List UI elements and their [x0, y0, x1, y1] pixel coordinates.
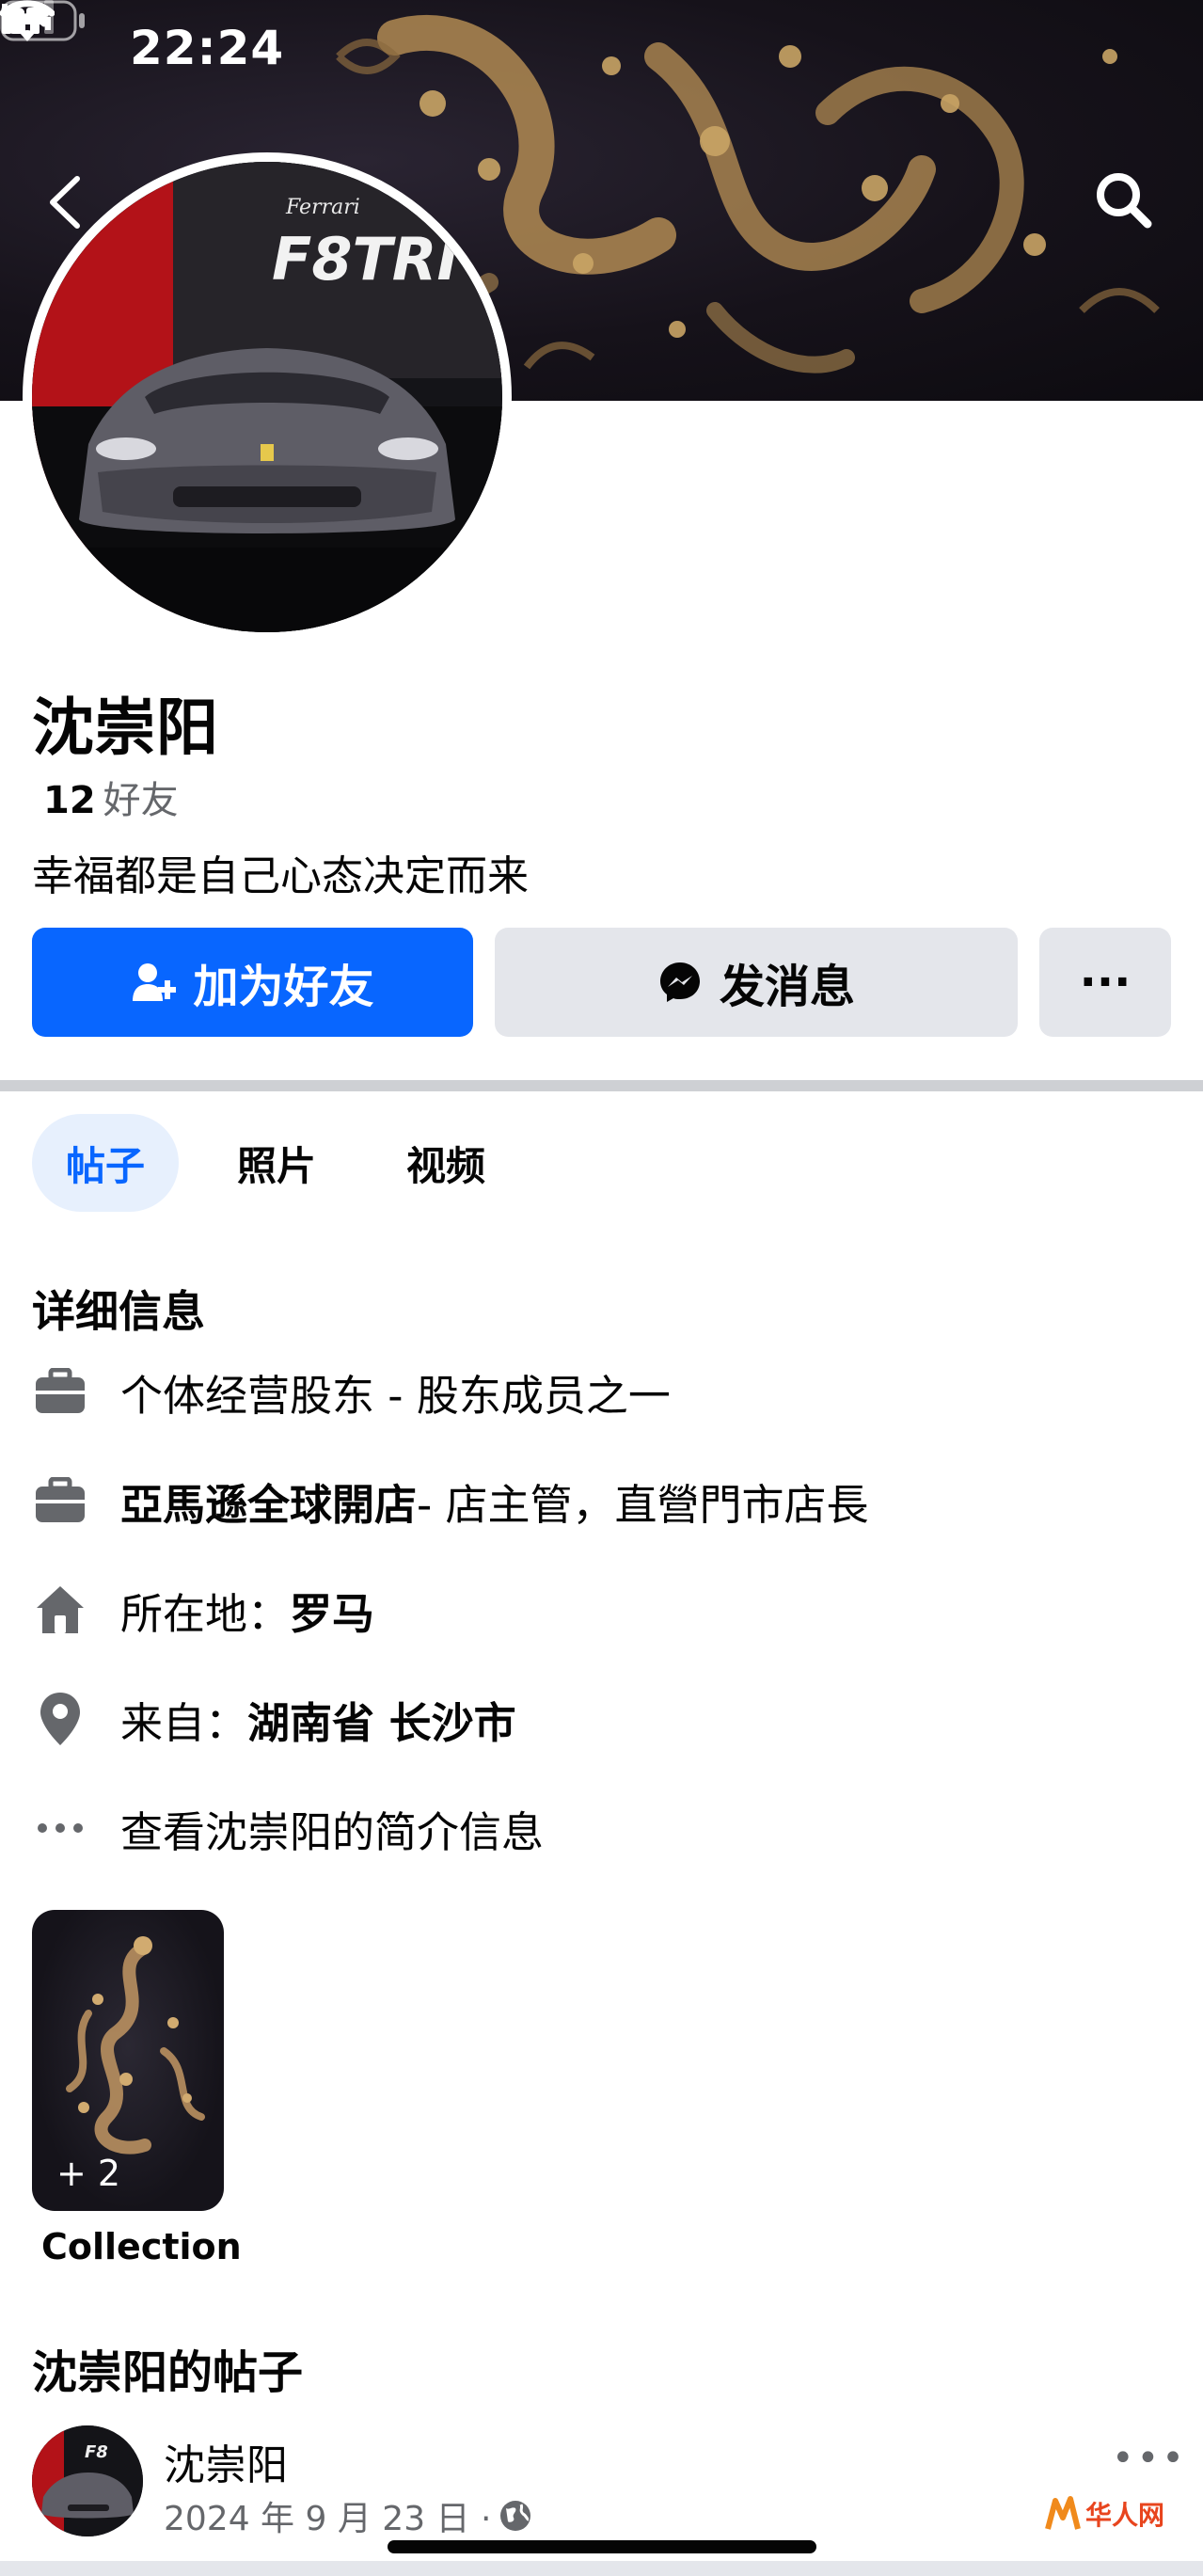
- detail-work-amazon: 亞馬遜全球開店 - 店主管，直營門市店長: [32, 1468, 869, 1534]
- see-about-info-label: 查看沈崇阳的简介信息: [120, 1806, 545, 1857]
- public-globe-icon: [500, 2501, 531, 2531]
- more-options-button[interactable]: ···: [1039, 928, 1171, 1037]
- post-meta: 2024 年 9 月 23 日 ·: [164, 2491, 532, 2540]
- ferrari-car-thumbnail: F8: [32, 2425, 143, 2536]
- home-indicator[interactable]: [388, 2540, 816, 2553]
- messenger-icon: [659, 962, 700, 1002]
- post-author-name[interactable]: 沈崇阳: [164, 2431, 288, 2491]
- svg-text:Ferrari: Ferrari: [285, 196, 360, 219]
- briefcase-icon: [36, 1368, 85, 1413]
- ellipsis-icon: [38, 1823, 83, 1833]
- collection-label[interactable]: Collection: [41, 2226, 242, 2267]
- details-heading: 详细信息: [32, 1286, 205, 1337]
- location-pin-icon: [40, 1693, 80, 1745]
- post-options-button[interactable]: •••: [1112, 2437, 1187, 2480]
- svg-text:F8TRI: F8TRI: [272, 225, 459, 294]
- status-time: 22:24: [130, 21, 285, 75]
- more-icon: ···: [1079, 956, 1132, 1009]
- detail-current-city-label: 所在地：: [120, 1588, 291, 1639]
- see-about-info-link[interactable]: 查看沈崇阳的简介信息: [32, 1795, 544, 1861]
- tab-photos[interactable]: 照片: [211, 1114, 342, 1212]
- bottom-edge: [0, 2561, 1203, 2576]
- post-date[interactable]: 2024 年 9 月 23 日 ·: [164, 2491, 491, 2540]
- post-author-avatar[interactable]: F8: [32, 2425, 143, 2536]
- back-button[interactable]: [38, 169, 94, 235]
- detail-position: - 店主管，直營門市店長: [417, 1479, 869, 1530]
- friends-count: 12: [43, 779, 96, 822]
- detail-hometown: 来自： 湖南省 长沙市: [32, 1686, 516, 1752]
- watermark-text: 华人网: [1085, 2500, 1165, 2531]
- chevron-left-icon: [50, 176, 80, 229]
- svg-text:F8: F8: [85, 2442, 108, 2462]
- watermark-logo-icon: [1045, 2496, 1081, 2530]
- tab-videos[interactable]: 视频: [380, 1114, 512, 1212]
- search-button[interactable]: [1091, 167, 1157, 233]
- collection-count: + 2: [56, 2153, 121, 2194]
- home-icon: [37, 1586, 84, 1633]
- briefcase-icon: [36, 1477, 85, 1522]
- tab-posts[interactable]: 帖子: [32, 1114, 179, 1212]
- add-friend-button[interactable]: 加为好友: [32, 928, 473, 1037]
- profile-name: 沈崇阳: [32, 692, 218, 764]
- section-divider: [0, 1080, 1203, 1091]
- ferrari-car-photo: Ferrari F8TRI: [32, 162, 502, 632]
- posts-heading: 沈崇阳的帖子: [32, 2346, 304, 2399]
- battery-icon: [0, 0, 85, 41]
- detail-hometown-label: 来自：: [120, 1697, 248, 1748]
- site-watermark: 华人网: [1044, 2495, 1164, 2533]
- friends-label: 好友: [103, 779, 179, 822]
- detail-hometown-value[interactable]: 湖南省 长沙市: [247, 1689, 516, 1750]
- add-friend-icon: [133, 963, 177, 1001]
- message-label: 发消息: [719, 961, 855, 1013]
- add-friend-label: 加为好友: [193, 961, 374, 1013]
- detail-current-city: 所在地： 罗马: [32, 1577, 374, 1643]
- profile-bio: 幸福都是自己心态决定而来: [32, 852, 529, 900]
- detail-work-shareholder: 个体经营股东 - 股东成员之一: [32, 1359, 671, 1424]
- message-button[interactable]: 发消息: [495, 928, 1018, 1037]
- detail-current-city-value[interactable]: 罗马: [290, 1580, 374, 1641]
- detail-work-text: 个体经营股东 - 股东成员之一: [120, 1370, 671, 1421]
- friends-count-link[interactable]: 12 好友: [43, 770, 179, 824]
- detail-employer[interactable]: 亞馬遜全球開店: [120, 1471, 417, 1532]
- profile-avatar[interactable]: Ferrari F8TRI: [23, 152, 512, 642]
- search-icon: [1097, 173, 1152, 229]
